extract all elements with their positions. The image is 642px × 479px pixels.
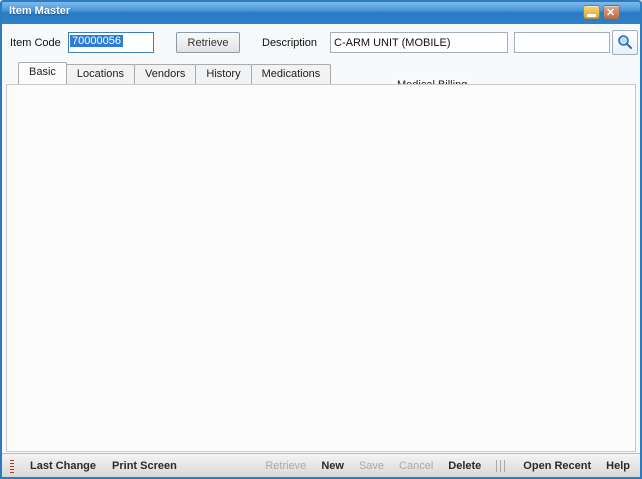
tab-locations[interactable]: Locations: [66, 64, 135, 84]
title-bar: Item Master ✕: [0, 0, 642, 24]
description-label: Description: [262, 37, 317, 49]
help-button[interactable]: Help: [606, 460, 630, 472]
separator-icon: [496, 460, 508, 472]
minimize-icon: [587, 14, 596, 17]
basic-tab-page: [6, 84, 636, 452]
tab-strip: Basic Locations Vendors History Medicati…: [6, 62, 636, 84]
window-title: Item Master: [9, 5, 70, 17]
tab-basic[interactable]: Basic: [18, 62, 67, 84]
status-bar-left: Last Change Print Screen: [10, 459, 177, 473]
status-bar-right: Retrieve New Save Cancel Delete Open Rec…: [265, 460, 630, 472]
retrieve-statusbar-button: Retrieve: [265, 460, 306, 472]
tab-medications[interactable]: Medications: [251, 64, 332, 84]
item-master-window: Item Master ✕ Item Code 70000056 Retriev…: [0, 0, 642, 479]
open-recent-button[interactable]: Open Recent: [523, 460, 591, 472]
retrieve-button[interactable]: Retrieve: [176, 32, 240, 53]
quick-search-input[interactable]: [514, 32, 610, 53]
grip-icon: [10, 459, 14, 473]
delete-button[interactable]: Delete: [448, 460, 481, 472]
tab-history[interactable]: History: [195, 64, 251, 84]
print-screen-button[interactable]: Print Screen: [112, 460, 177, 472]
cancel-button: Cancel: [399, 460, 433, 472]
search-icon: [617, 34, 633, 50]
item-code-label: Item Code: [10, 37, 61, 49]
item-code-selected-text: 70000056: [70, 35, 123, 47]
search-button[interactable]: [612, 30, 638, 55]
tab-vendors[interactable]: Vendors: [134, 64, 196, 84]
last-change-button[interactable]: Last Change: [30, 460, 96, 472]
save-button: Save: [359, 460, 384, 472]
close-button[interactable]: ✕: [603, 5, 620, 19]
new-button[interactable]: New: [321, 460, 344, 472]
description-input[interactable]: [330, 32, 508, 53]
status-bar: Last Change Print Screen Retrieve New Sa…: [2, 453, 640, 477]
item-code-input[interactable]: 70000056: [68, 32, 154, 53]
close-icon: ✕: [606, 6, 615, 19]
minimize-button[interactable]: [583, 5, 600, 19]
